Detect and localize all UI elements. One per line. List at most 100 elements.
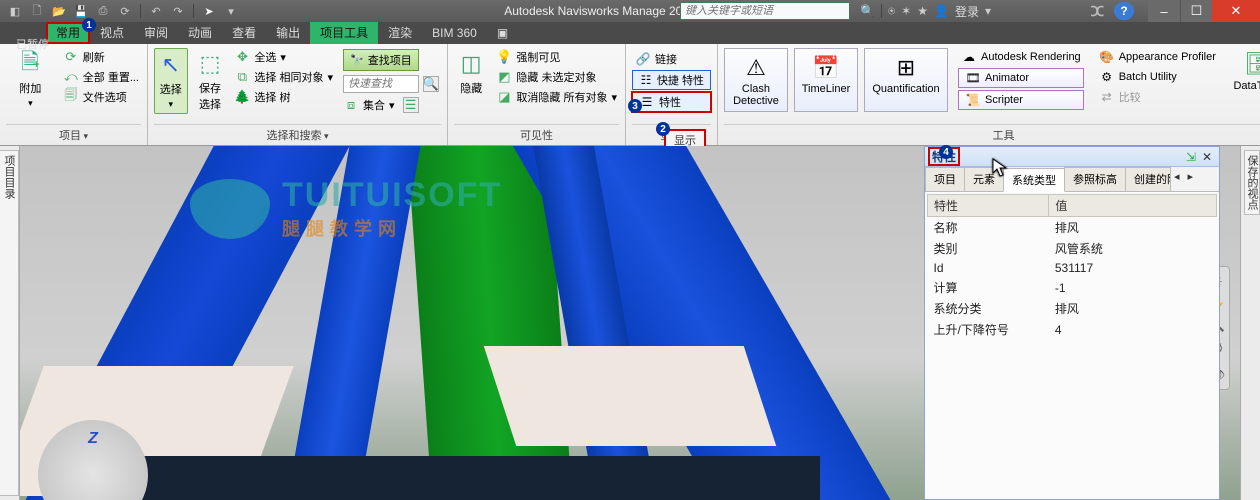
quick-properties-button[interactable]: ☷快捷 特性 <box>632 70 711 90</box>
batch-utility-button[interactable]: ⚙Batch Utility <box>1096 68 1219 86</box>
ribbon-tab-strip: 常用 视点 审阅 动画 查看 输出 项目工具 渲染 BIM 360 ▣ <box>0 22 1260 44</box>
exchange-icon[interactable]: ✶ <box>901 4 911 18</box>
animator-icon: 🎞 <box>965 70 981 86</box>
prop-tabs-scroll-left-icon[interactable]: ◂ <box>1170 167 1184 191</box>
keyword-search-input[interactable] <box>681 5 849 17</box>
prop-col-key[interactable]: 特性 <box>928 195 1049 217</box>
new-icon[interactable]: 🗋 <box>28 2 46 20</box>
qa-dropdown-icon[interactable]: ▾ <box>222 2 240 20</box>
sets-button[interactable]: ⧈集合 ▾ ☰ <box>341 96 441 114</box>
open-icon[interactable]: 📂 <box>50 2 68 20</box>
quantification-button[interactable]: ⊞Quantification <box>864 48 948 112</box>
panel-select-search: ↖ 选择▾ ⬚ 保存 选择 ✥全选 ▾ ⧉选择 相同对象 ▾ 🌲选择 树 🔭查找… <box>148 44 448 145</box>
compare-button[interactable]: ⇄比较 <box>1096 88 1219 106</box>
timeliner-button[interactable]: 📅TimeLiner <box>794 48 858 112</box>
properties-button[interactable]: ☰特性 <box>632 92 711 112</box>
prop-tab-system-type[interactable]: 系统类型 <box>1003 168 1065 192</box>
3d-viewport[interactable]: TUITUISOFT 腿腿教学网 ⎈ ✋ 🔍 ⭯ 👁 Z 特性 ⇲ ✕ 项目 元… <box>20 146 1240 500</box>
login-dropdown-icon[interactable]: ▾ <box>985 4 991 18</box>
help-icon[interactable]: ? <box>1114 2 1134 20</box>
left-rail-project-browser[interactable]: 项目目录 <box>0 150 19 496</box>
find-items-button[interactable]: 🔭查找项目 <box>343 49 419 71</box>
prop-row: Id531117 <box>928 259 1217 277</box>
right-rail-saved-viewpoints[interactable]: 保存的视点 <box>1244 150 1260 215</box>
properties-panel-titlebar[interactable]: 特性 ⇲ ✕ <box>925 147 1219 167</box>
prop-row: 系统分类排风 <box>928 298 1217 319</box>
ribbon-tab-review[interactable]: 审阅 <box>134 22 178 44</box>
pointer-icon[interactable]: ➤ <box>200 2 218 20</box>
select-button[interactable]: ↖ 选择▾ <box>154 48 188 114</box>
appearance-profiler-button[interactable]: 🎨Appearance Profiler <box>1096 48 1219 66</box>
quick-find-input[interactable] <box>343 75 419 93</box>
panel-title-select[interactable]: 选择和搜索 <box>154 124 441 145</box>
unhide-all-button[interactable]: ◪取消隐藏 所有对象 ▾ <box>494 88 619 106</box>
select-same-button[interactable]: ⧉选择 相同对象 ▾ <box>232 68 335 86</box>
properties-pin-icon[interactable]: ⇲ <box>1183 150 1199 164</box>
annotation-badge-4: 4 <box>939 145 953 159</box>
watermark-sub: 腿腿教学网 <box>282 215 502 241</box>
camera-icon[interactable]: ▣ <box>497 26 508 40</box>
autodesk-rendering-button[interactable]: ☁Autodesk Rendering <box>958 48 1084 66</box>
select-all-button[interactable]: ✥全选 ▾ <box>232 48 335 66</box>
filter-icon[interactable]: ☰ <box>403 97 419 113</box>
refresh-icon[interactable]: ⟳ <box>116 2 134 20</box>
exchange-x-icon[interactable]: ⵋ <box>1091 3 1104 20</box>
hide-unselected-button[interactable]: ◩隐藏 未选定对象 <box>494 68 619 86</box>
ribbon-tab-render[interactable]: 渲染 <box>378 22 422 44</box>
select-same-icon: ⧉ <box>234 69 250 85</box>
render-icon: ☁ <box>961 49 977 65</box>
refresh-button[interactable]: ⟳刷新 <box>61 48 141 66</box>
file-options-icon: 🗐 <box>63 89 79 105</box>
search-go-icon[interactable]: 🔍 <box>860 4 875 18</box>
prop-tab-ref-level[interactable]: 参照标高 <box>1064 167 1126 191</box>
ribbon-tab-animation[interactable]: 动画 <box>178 22 222 44</box>
quick-find-go-icon[interactable]: 🔍 <box>423 76 439 92</box>
redo-icon[interactable]: ↷ <box>169 2 187 20</box>
maximize-button[interactable]: ☐ <box>1180 0 1212 22</box>
prop-col-value[interactable]: 值 <box>1049 195 1217 217</box>
print-icon[interactable]: ⎙ <box>94 2 112 20</box>
selection-tree-button[interactable]: 🌲选择 树 <box>232 88 335 106</box>
prop-tab-phase[interactable]: 创建的阶 <box>1125 167 1171 191</box>
annotation-badge-2: 2 <box>656 122 670 136</box>
ribbon-tab-item-tools[interactable]: 项目工具 <box>310 22 378 44</box>
ribbon-tab-bim360[interactable]: BIM 360 <box>422 22 487 44</box>
ribbon-tab-viewpoint[interactable]: 视点 <box>90 22 134 44</box>
user-icon[interactable]: 👤 <box>934 4 949 18</box>
binoculars-icon: 🔭 <box>350 54 364 67</box>
close-button[interactable]: ✕ <box>1212 0 1260 22</box>
sets-icon: ⧈ <box>343 97 359 113</box>
scripter-button[interactable]: 📜Scripter <box>958 90 1084 110</box>
panel-title-project[interactable]: 项目 <box>6 124 141 145</box>
panel-visibility: ◫ 隐藏 💡强制可见 ◩隐藏 未选定对象 ◪取消隐藏 所有对象 ▾ 可见性 <box>448 44 626 145</box>
undo-icon[interactable]: ↶ <box>147 2 165 20</box>
favorite-icon[interactable]: ★ <box>917 4 928 18</box>
hide-icon: ◫ <box>457 50 485 78</box>
workspace: 项目目录 Clash Detective 集合 测量工具 TUITUISOFT … <box>0 146 1260 500</box>
app-menu-icon[interactable]: ◧ <box>6 2 24 20</box>
annotation-badge-3: 3 <box>628 99 642 113</box>
attach-button[interactable]: 🗎+ 附加▾ <box>6 48 55 109</box>
login-link[interactable]: 登录 <box>955 3 979 20</box>
require-button[interactable]: 💡强制可见 <box>494 48 619 66</box>
keyword-search[interactable] <box>680 2 850 20</box>
minimize-button[interactable]: – <box>1148 0 1180 22</box>
hide-button[interactable]: ◫ 隐藏 <box>454 48 488 106</box>
reset-icon: ⤺ <box>63 69 79 85</box>
prop-tab-item[interactable]: 项目 <box>925 167 965 191</box>
ribbon-tab-view[interactable]: 查看 <box>222 22 266 44</box>
links-button[interactable]: 🔗链接 <box>632 50 711 68</box>
prop-tabs-scroll-right-icon[interactable]: ▸ <box>1184 167 1198 191</box>
ribbon-tab-output[interactable]: 输出 <box>266 22 310 44</box>
right-rail: 保存的视点 <box>1240 146 1260 500</box>
sign-in-icon[interactable]: ⍟ <box>888 4 895 19</box>
properties-close-icon[interactable]: ✕ <box>1199 150 1215 164</box>
slab-b <box>484 346 776 446</box>
animator-button[interactable]: 🎞Animator <box>958 68 1084 88</box>
file-options-button[interactable]: 🗐文件选项 <box>61 88 141 106</box>
datatools-button[interactable]: 🗄 DataTools <box>1233 48 1260 112</box>
clash-detective-button[interactable]: ⚠Clash Detective <box>724 48 788 112</box>
left-rail: 项目目录 Clash Detective 集合 测量工具 <box>0 146 20 500</box>
reset-all-button[interactable]: ⤺全部 重置... <box>61 68 141 86</box>
save-selection-button[interactable]: ⬚ 保存 选择 <box>194 48 227 114</box>
